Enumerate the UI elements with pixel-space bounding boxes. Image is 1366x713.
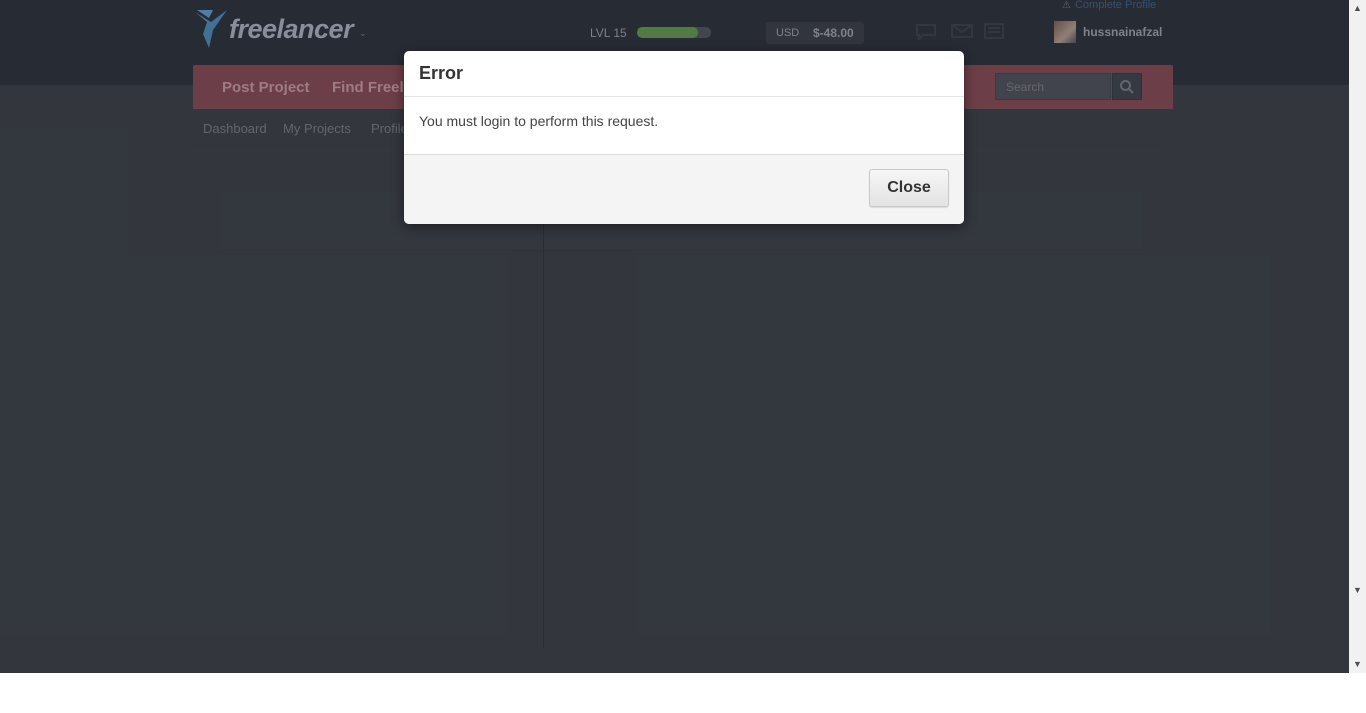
close-button[interactable]: Close bbox=[869, 169, 949, 207]
page-background: freelancer ⌄ LVL 15 USD $-48.00 ⚠ Comple… bbox=[0, 0, 1349, 673]
browser-viewport: freelancer ⌄ LVL 15 USD $-48.00 ⚠ Comple… bbox=[0, 0, 1349, 673]
error-dialog: Error You must login to perform this req… bbox=[404, 51, 964, 224]
vertical-scrollbar[interactable]: ▲ ▼ ▼ bbox=[1349, 0, 1366, 673]
dialog-message: You must login to perform this request. bbox=[419, 113, 659, 129]
dialog-footer: Close bbox=[404, 155, 964, 224]
scroll-bottom-arrow[interactable]: ▼ bbox=[1349, 656, 1366, 673]
dialog-body: You must login to perform this request. bbox=[404, 97, 964, 155]
dialog-header: Error bbox=[404, 51, 964, 97]
scroll-up-arrow[interactable]: ▲ bbox=[1349, 0, 1366, 17]
dialog-title: Error bbox=[419, 63, 464, 83]
scroll-down-arrow[interactable]: ▼ bbox=[1349, 582, 1366, 599]
